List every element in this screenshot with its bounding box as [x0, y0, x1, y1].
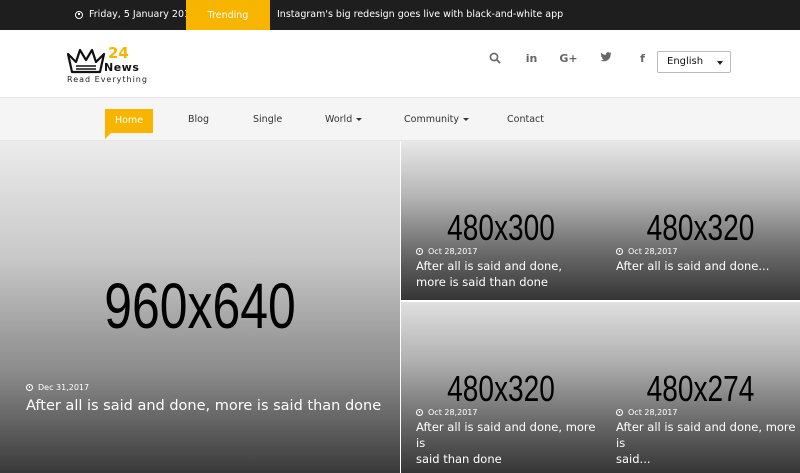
top-bar: Friday, 5 January 2018 Trending Instagra… — [0, 0, 800, 39]
twitter-icon[interactable] — [587, 52, 624, 67]
nav-community-label: Community — [404, 114, 459, 125]
chevron-down-icon — [717, 61, 723, 65]
clock-icon — [26, 384, 33, 391]
clock-icon — [616, 409, 623, 416]
post-title-line: said... — [616, 452, 651, 466]
post-date: Oct 28,2017 — [416, 247, 477, 256]
post-title-line: After all is said and done... — [616, 259, 770, 273]
nav-single[interactable]: Single — [253, 98, 282, 142]
clock-icon — [416, 248, 423, 255]
post-title[interactable]: After all is said and done, more is said… — [26, 397, 400, 415]
nav-world[interactable]: World — [325, 98, 363, 142]
image-placeholder: 960x640 — [104, 270, 296, 342]
post-date: Dec 31,2017 — [26, 383, 89, 392]
post-title-line: said than done — [416, 452, 502, 466]
clock-icon — [616, 248, 623, 255]
post-title-line: After all is said and done, — [416, 259, 563, 273]
post-date-text: Dec 31,2017 — [38, 383, 90, 392]
post-title-line: After all is said and done, more is — [616, 420, 796, 450]
clock-icon — [75, 10, 83, 19]
logo-number: 24 — [108, 44, 129, 62]
language-select[interactable]: English — [657, 51, 731, 73]
nav-home[interactable]: Home — [105, 109, 153, 139]
image-placeholder: 480x300 — [447, 207, 555, 248]
site-logo[interactable]: 24 News Read Everything — [66, 44, 148, 88]
post-title[interactable]: After all is said and done, more is said… — [416, 419, 601, 467]
logo-tagline: Read Everything — [67, 75, 148, 84]
clock-icon — [416, 409, 423, 416]
featured-post-1[interactable]: 480x300 Oct 28,2017 After all is said an… — [401, 141, 601, 300]
featured-post-main[interactable]: 960x640 Dec 31,2017 After all is said an… — [0, 141, 400, 473]
post-date: Oct 28,2017 — [616, 408, 677, 417]
date-display: Friday, 5 January 2018 — [75, 9, 196, 20]
caret-down-icon — [462, 118, 469, 121]
nav-world-label: World — [325, 114, 353, 125]
post-date: Oct 28,2017 — [616, 247, 677, 256]
nav-contact[interactable]: Contact — [507, 98, 544, 142]
site-header: 24 News Read Everything in G+ f English — [0, 30, 800, 97]
language-selected: English — [667, 56, 704, 67]
facebook-icon[interactable]: f — [624, 52, 661, 67]
search-icon[interactable] — [476, 52, 513, 67]
caret-down-icon — [356, 118, 363, 121]
featured-post-4[interactable]: 480x274 Oct 28,2017 After all is said an… — [601, 302, 800, 473]
post-title[interactable]: After all is said and done... — [616, 258, 769, 274]
post-title[interactable]: After all is said and done, more is said… — [616, 419, 800, 467]
linkedin-icon[interactable]: in — [513, 52, 550, 67]
main-nav: Home Blog Single World Community Contact — [0, 97, 800, 141]
trending-headline[interactable]: Instagram's big redesign goes live with … — [277, 9, 563, 20]
image-placeholder: 480x320 — [447, 368, 555, 409]
date-text: Friday, 5 January 2018 — [89, 9, 197, 20]
post-date-text: Oct 28,2017 — [428, 408, 478, 417]
image-placeholder: 480x320 — [646, 207, 755, 248]
featured-post-2[interactable]: 480x320 Oct 28,2017 After all is said an… — [601, 141, 800, 300]
logo-name: News — [104, 61, 140, 74]
post-date-text: Oct 28,2017 — [628, 247, 678, 256]
post-title-line: more is said than done — [416, 275, 548, 289]
post-title-line: After all is said and done, more is — [416, 420, 596, 450]
social-links: in G+ f — [476, 52, 661, 67]
nav-blog[interactable]: Blog — [188, 98, 209, 142]
post-date-text: Oct 28,2017 — [428, 247, 478, 256]
trending-tag: Trending — [186, 0, 270, 39]
post-date-text: Oct 28,2017 — [628, 408, 678, 417]
crown-icon — [66, 48, 106, 74]
post-date: Oct 28,2017 — [416, 408, 477, 417]
nav-community[interactable]: Community — [404, 98, 469, 142]
image-placeholder: 480x274 — [646, 368, 755, 409]
post-title[interactable]: After all is said and done, more is said… — [416, 258, 562, 290]
featured-post-3[interactable]: 480x320 Oct 28,2017 After all is said an… — [401, 302, 601, 473]
google-plus-icon[interactable]: G+ — [550, 52, 587, 67]
